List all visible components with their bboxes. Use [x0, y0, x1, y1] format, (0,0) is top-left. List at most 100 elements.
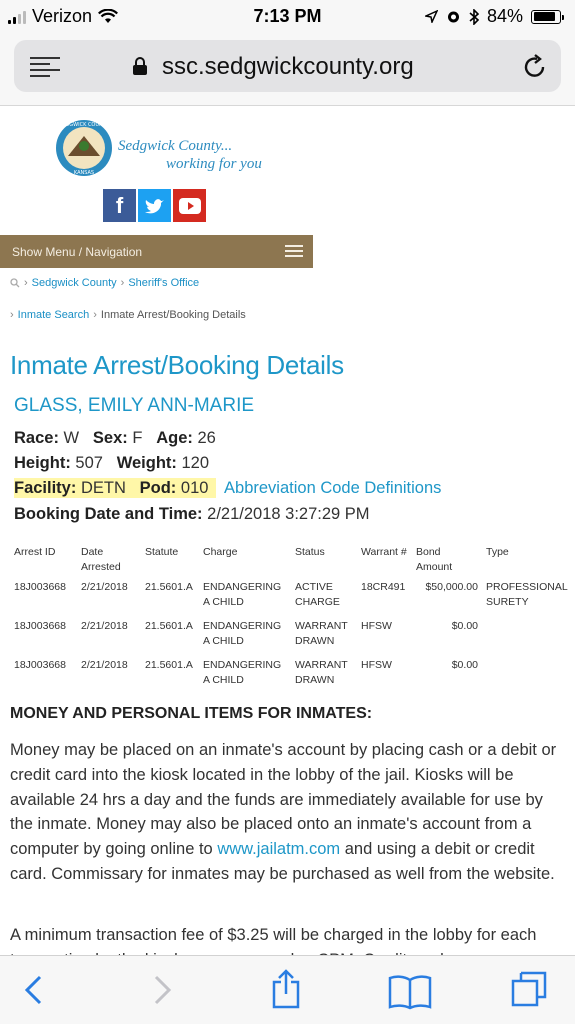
facility-highlight: Facility: DETN Pod: 010 — [14, 478, 217, 498]
location-arrow-icon — [424, 10, 438, 23]
status-bar: Verizon 7:13 PM 84% — [0, 0, 575, 34]
arrest-table: Arrest ID Date Arrested Statute Charge S… — [10, 543, 572, 694]
cell-statute: 21.5601.A — [145, 620, 193, 632]
tabs-icon[interactable] — [510, 970, 548, 1008]
cell-arrest-id: 18J003668 — [14, 659, 66, 671]
weight-label: Weight: — [116, 454, 177, 472]
chevron-right-icon: › — [93, 309, 97, 321]
county-logo[interactable]: SEDGWICK COUNTY KANSAS Sedgwick County..… — [54, 118, 314, 190]
facebook-icon[interactable]: f — [103, 189, 136, 222]
column-header-bond-amount: Bond Amount — [416, 546, 453, 573]
hamburger-icon[interactable] — [285, 245, 303, 260]
cell-warrant: HFSW — [361, 620, 392, 632]
age-label: Age: — [156, 429, 193, 447]
cell-status: ACTIVE CHARGE — [295, 581, 340, 608]
cell-charge: ENDANGERING A CHILD — [203, 620, 282, 647]
search-icon — [10, 278, 20, 288]
pod-value: 010 — [180, 479, 209, 497]
battery-percent: 84% — [486, 6, 523, 26]
age-value: 26 — [197, 429, 216, 447]
column-header-date-arrested: Date Arrested — [81, 546, 121, 573]
cell-status: WARRANT DRAWN — [295, 620, 348, 647]
pod-label: Pod: — [139, 479, 177, 497]
cell-type — [482, 616, 572, 655]
column-header-statute: Statute — [145, 546, 179, 558]
cell-arrest-id: 18J003668 — [14, 581, 66, 593]
breadcrumb-inmate-search[interactable]: Inmate Search — [18, 309, 90, 321]
fee-paragraph: A minimum transaction fee of $3.25 will … — [10, 926, 537, 956]
youtube-icon[interactable] — [173, 189, 206, 222]
sex-label: Sex: — [92, 429, 128, 447]
breadcrumb-sheriffs-office[interactable]: Sheriff's Office — [128, 277, 199, 289]
table-row: 18J003668 2/21/2018 21.5601.A ENDANGERIN… — [10, 577, 572, 616]
facility-row: Facility: DETN Pod: 010 Abbreviation Cod… — [14, 478, 441, 498]
jailatm-link[interactable]: www.jailatm.com — [217, 840, 340, 858]
height-label: Height: — [14, 454, 71, 472]
race-value: W — [63, 429, 80, 447]
weight-value: 120 — [181, 454, 210, 472]
browser-toolbar — [0, 955, 575, 1024]
show-menu-label: Show Menu / Navigation — [12, 245, 143, 259]
cell-bond: $50,000.00 — [425, 581, 478, 593]
bluetooth-icon — [469, 8, 479, 25]
address-bar[interactable]: ssc.sedgwickcounty.org — [14, 40, 561, 92]
show-menu-bar[interactable]: Show Menu / Navigation — [0, 235, 313, 268]
cell-type — [482, 655, 572, 694]
cell-arrest-id: 18J003668 — [14, 620, 66, 632]
money-paragraph: Money may be placed on an inmate's accou… — [10, 738, 560, 887]
inmate-name: GLASS, EMILY ANN-MARIE — [14, 395, 255, 416]
browser-address-area: ssc.sedgwickcounty.org — [0, 34, 575, 106]
breadcrumb-current: Inmate Arrest/Booking Details — [100, 309, 246, 321]
share-icon[interactable] — [270, 969, 302, 1009]
breadcrumb-sedgwick-county[interactable]: Sedgwick County — [32, 277, 117, 289]
facility-label: Facility: — [14, 479, 77, 497]
column-header-charge: Charge — [203, 546, 238, 558]
page-title: Inmate Arrest/Booking Details — [10, 350, 344, 380]
breadcrumb: › Sedgwick County › Sheriff's Office — [10, 277, 199, 289]
cell-charge: ENDANGERING A CHILD — [203, 659, 282, 686]
forward-icon[interactable] — [150, 974, 174, 1006]
battery-icon — [531, 9, 564, 24]
reload-icon[interactable] — [523, 53, 547, 79]
column-header-warrant: Warrant # — [361, 546, 407, 558]
cell-charge: ENDANGERING A CHILD — [203, 581, 282, 608]
cell-statute: 21.5601.A — [145, 581, 193, 593]
battery-fill — [533, 12, 555, 21]
cell-warrant: 18CR491 — [361, 581, 406, 593]
seal-top-text: SEDGWICK COUNTY — [59, 122, 110, 128]
physical-row: Height: 507 Weight: 120 — [14, 454, 209, 473]
lock-icon — [133, 57, 147, 75]
status-right: 84% — [424, 6, 564, 27]
table-header-row: Arrest ID Date Arrested Statute Charge S… — [10, 543, 572, 577]
cell-date: 2/21/2018 — [81, 620, 128, 632]
column-header-type: Type — [486, 546, 509, 558]
logo-title: Sedgwick County... — [118, 138, 233, 154]
cell-date: 2/21/2018 — [81, 581, 128, 593]
bookmarks-icon[interactable] — [388, 974, 432, 1010]
back-icon[interactable] — [22, 974, 46, 1006]
cell-type: PROFESSIONAL SURETY — [486, 581, 568, 608]
county-seal-icon: SEDGWICK COUNTY KANSAS — [56, 120, 112, 176]
cell-date: 2/21/2018 — [81, 659, 128, 671]
race-label: Race: — [14, 429, 59, 447]
booking-label: Booking Date and Time: — [14, 505, 203, 523]
cell-bond: $0.00 — [451, 659, 478, 671]
cell-warrant: HFSW — [361, 659, 392, 671]
column-header-status: Status — [295, 546, 325, 558]
breadcrumb-secondary: › Inmate Search › Inmate Arrest/Booking … — [10, 309, 246, 321]
alarm-clock-icon — [447, 11, 459, 23]
reader-view-icon[interactable] — [30, 57, 60, 81]
booking-value: 2/21/2018 3:27:29 PM — [207, 505, 370, 523]
facility-value: DETN — [80, 479, 126, 497]
url-text[interactable]: ssc.sedgwickcounty.org — [162, 53, 414, 81]
chevron-right-icon: › — [120, 277, 125, 289]
abbreviation-code-link[interactable]: Abbreviation Code Definitions — [224, 479, 441, 497]
cell-bond: $0.00 — [451, 620, 478, 632]
twitter-icon[interactable] — [138, 189, 171, 222]
sex-value: F — [132, 429, 143, 447]
social-links: f — [103, 189, 206, 222]
chevron-right-icon: › — [10, 309, 14, 321]
chevron-right-icon: › — [24, 277, 28, 289]
demographics-row: Race: W Sex: F Age: 26 — [14, 429, 216, 448]
height-value: 507 — [75, 454, 103, 472]
